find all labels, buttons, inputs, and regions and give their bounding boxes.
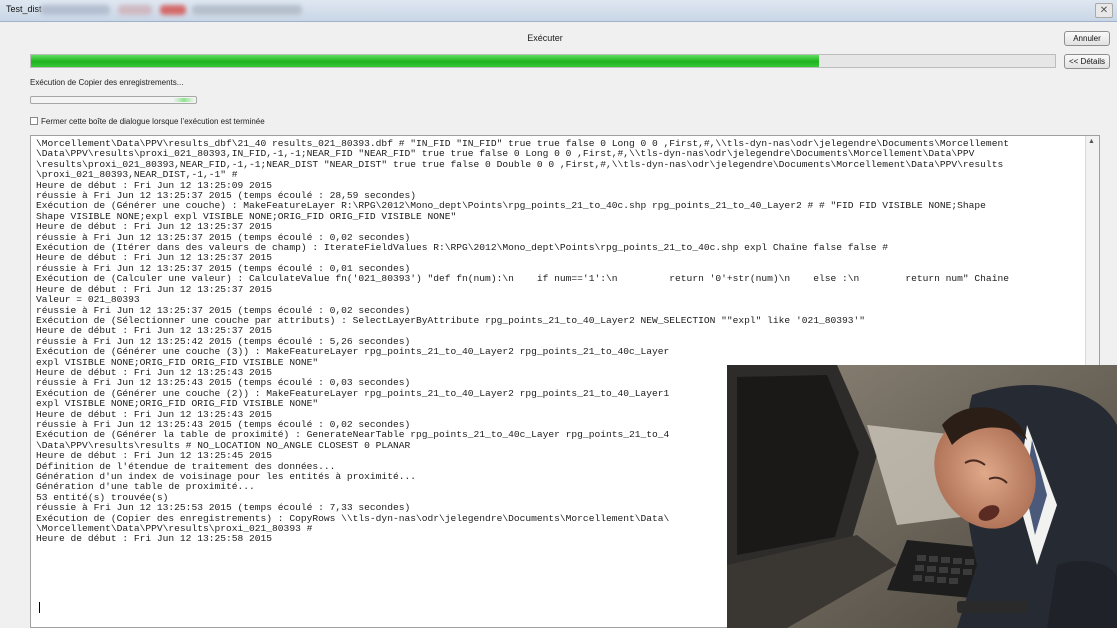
step-progress-marquee bbox=[173, 98, 195, 102]
overall-progress-bar bbox=[30, 54, 1056, 68]
log-line: Exécution de (Générer une couche (3)) : … bbox=[36, 347, 670, 358]
overall-progress-fill bbox=[31, 55, 820, 67]
log-line: \results\proxi_021_80393,NEAR_FID,-1,-1;… bbox=[36, 159, 1004, 170]
log-line: Exécution de (Générer une couche) : Make… bbox=[36, 201, 986, 212]
log-line: Heure de début : Fri Jun 12 13:25:37 201… bbox=[36, 253, 273, 264]
close-on-complete-checkbox[interactable] bbox=[30, 117, 38, 125]
log-line: Exécution de (Sélectionner une couche pa… bbox=[36, 315, 866, 326]
log-line: Heure de début : Fri Jun 12 13:25:37 201… bbox=[36, 284, 273, 295]
window-titlebar: Test_dist ✕ bbox=[0, 0, 1117, 22]
details-toggle-button[interactable]: << Détails bbox=[1064, 54, 1110, 69]
dialog-header: Exécuter bbox=[527, 33, 563, 43]
log-line: réussie à Fri Jun 12 13:25:42 2015 (temp… bbox=[36, 336, 411, 347]
redacted-title-segment bbox=[40, 5, 110, 15]
log-line: Heure de début : Fri Jun 12 13:25:09 201… bbox=[36, 180, 273, 191]
log-line: Exécution de (Calculer une valeur) : Cal… bbox=[36, 274, 1009, 285]
log-line: \Data\PPV\results\proxi_021_80393,IN_FID… bbox=[36, 149, 975, 160]
current-step-label: Exécution de Copier des enregistrements.… bbox=[30, 78, 184, 87]
redacted-title-segment bbox=[160, 5, 186, 15]
window-title: Test_dist bbox=[6, 4, 42, 14]
log-line: \Morcellement\Data\PPV\results_dbf\21_40… bbox=[36, 139, 1009, 149]
close-on-complete-option[interactable]: Fermer cette boîte de dialogue lorsque l… bbox=[30, 117, 265, 126]
log-line: réussie à Fri Jun 12 13:25:37 2015 (temp… bbox=[36, 305, 411, 316]
log-line: réussie à Fri Jun 12 13:25:37 2015 (temp… bbox=[36, 232, 411, 243]
log-line: Shape VISIBLE NONE;expl expl VISIBLE NON… bbox=[36, 211, 457, 222]
cancel-button[interactable]: Annuler bbox=[1064, 31, 1110, 46]
redacted-title-segment bbox=[192, 5, 302, 15]
text-caret bbox=[39, 602, 40, 613]
redacted-title-segment bbox=[118, 5, 152, 15]
photo-illustration bbox=[727, 365, 1117, 628]
close-on-complete-label: Fermer cette boîte de dialogue lorsque l… bbox=[41, 117, 265, 126]
sleeping-man-photo bbox=[727, 365, 1117, 628]
log-line: Heure de début : Fri Jun 12 13:25:37 201… bbox=[36, 326, 273, 337]
close-window-icon[interactable]: ✕ bbox=[1095, 3, 1113, 18]
log-line: \proxi_021_80393,NEAR_DIST,-1,-1" # bbox=[36, 170, 238, 181]
log-line: Valeur = 021_80393 bbox=[36, 295, 140, 306]
log-line: réussie à Fri Jun 12 13:25:37 2015 (temp… bbox=[36, 191, 416, 202]
log-line: Exécution de (Itérer dans des valeurs de… bbox=[36, 243, 889, 254]
scroll-up-icon[interactable]: ▲ bbox=[1088, 138, 1095, 145]
log-line: Heure de début : Fri Jun 12 13:25:37 201… bbox=[36, 222, 273, 233]
log-line: réussie à Fri Jun 12 13:25:37 2015 (temp… bbox=[36, 263, 411, 274]
step-progress-bar bbox=[30, 96, 197, 104]
